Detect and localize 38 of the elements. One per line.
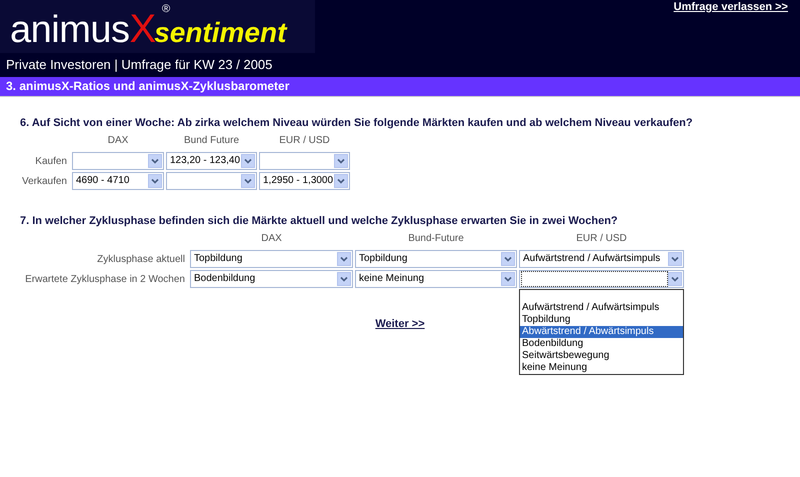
select-field[interactable]: 4690 - 4710 — [72, 172, 164, 190]
row-label: Kaufen — [34, 156, 68, 166]
logo-mark: X — [130, 9, 156, 49]
column-header: DAX — [260, 233, 283, 246]
row-label: Verkaufen — [20, 176, 68, 186]
select-field[interactable] — [259, 152, 350, 170]
next-link[interactable]: Weiter >> — [375, 318, 425, 330]
logo-product: sentiment — [154, 18, 286, 48]
select-field[interactable]: Bodenbildung — [190, 270, 353, 288]
exit-link[interactable]: Umfrage verlassen >> — [674, 1, 788, 13]
dropdown-option[interactable]: Abwärtstrend / Abwärtsimpuls — [520, 326, 683, 338]
column-header: Bund-Future — [407, 233, 465, 246]
select-field[interactable]: keine Meinung — [355, 270, 517, 288]
question-text: 6. Auf Sicht von einer Woche: Ab zirka welchem Niveau würden Sie folgende Märkten kaufen und ab welchem Niveau verkaufen? — [20, 117, 694, 129]
column-header: EUR / USD — [278, 135, 331, 148]
select-field[interactable]: 1,2950 - 1,3000 — [259, 172, 350, 190]
select-field[interactable]: Topbildung — [355, 250, 517, 268]
row-label: Erwartete Zyklusphase in 2 Wochen — [24, 274, 186, 284]
dropdown-option[interactable]: Aufwärtstrend / Aufwärtsimpuls — [520, 302, 683, 314]
dropdown-option[interactable]: Seitwärtsbewegung — [520, 350, 683, 362]
row-label: Zyklusphase aktuell — [96, 254, 186, 264]
column-header: EUR / USD — [575, 233, 628, 246]
column-header: Bund Future — [182, 135, 240, 148]
select-field[interactable]: Topbildung — [190, 250, 353, 268]
select-field[interactable] — [519, 270, 684, 288]
select-field[interactable]: Aufwärtstrend / Aufwärtsimpuls — [519, 250, 684, 268]
registered-mark: ® — [162, 3, 170, 15]
dropdown-option[interactable]: keine Meinung — [520, 362, 683, 374]
dropdown-option[interactable]: Bodenbildung — [520, 338, 683, 350]
dropdown-option[interactable]: Topbildung — [520, 314, 683, 326]
section-title: 3. animusX-Ratios und animusX-Zyklusbarometer — [0, 77, 800, 97]
question-text: 7. In welcher Zyklusphase befinden sich die Märkte aktuell und welche Zyklusphase erwarten Sie in zwei Wochen? — [20, 215, 619, 227]
column-header: DAX — [106, 135, 130, 148]
subtitle: Private Investoren | Umfrage für KW 23 / 2005 — [5, 56, 274, 72]
select-field[interactable]: 123,20 - 123,40 — [166, 152, 257, 170]
select-field[interactable] — [72, 152, 164, 170]
logo-text: animus — [10, 11, 130, 49]
select-field[interactable] — [166, 172, 257, 190]
